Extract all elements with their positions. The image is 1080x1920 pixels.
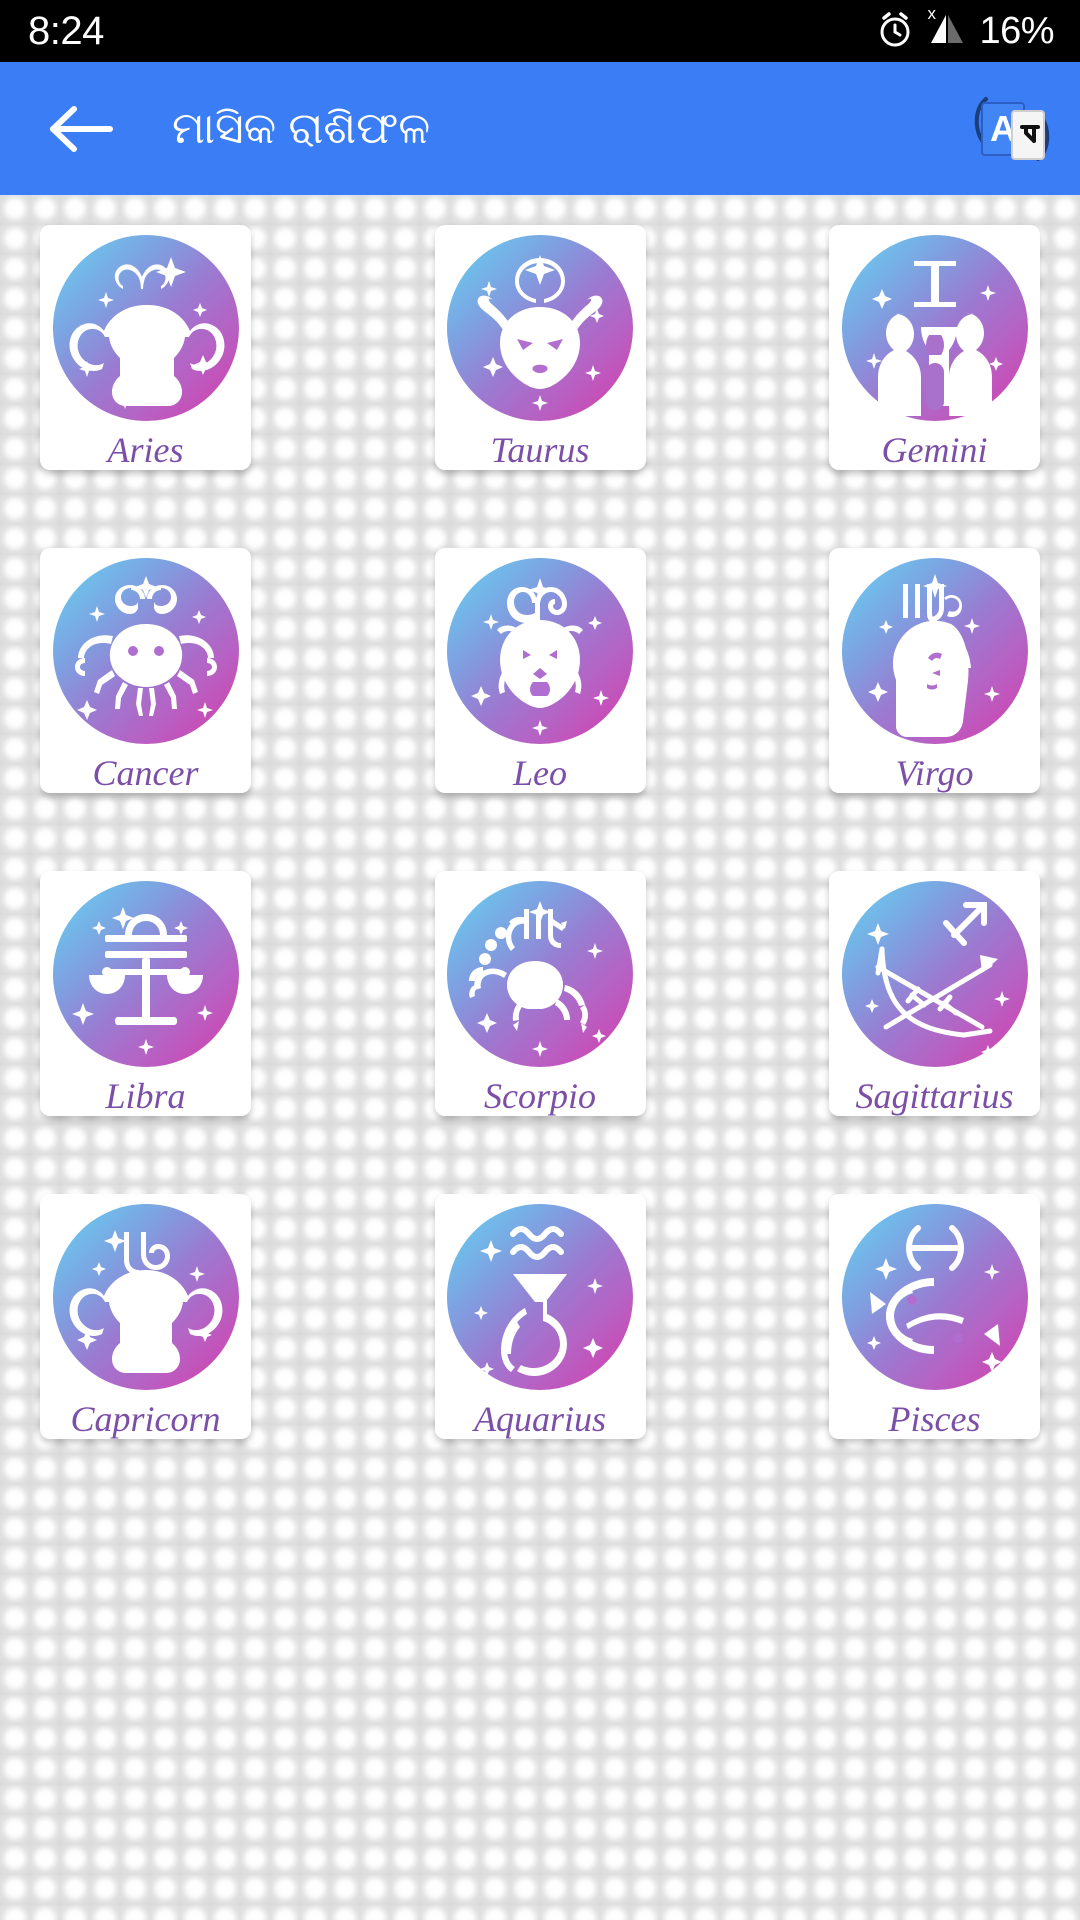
arrow-left-icon [50,105,113,152]
fish-icon [841,1204,1028,1390]
app-bar: ମାସିକ ରାଶିଫଳ A [0,62,1080,195]
maiden-icon [841,558,1028,744]
translate-icon: A [974,96,1050,161]
crab-icon [52,558,239,744]
zodiac-label: Aquarius [473,1399,606,1439]
zodiac-card-libra[interactable]: Libra [40,871,251,1116]
scorpion-icon [447,881,633,1067]
status-bar: 8:24 x 16% [0,0,1080,62]
zodiac-label: Cancer [92,753,199,793]
zodiac-content: Aries Taurus Gemini Cancer Leo Virgo Lib… [0,195,1080,1920]
zodiac-card-cancer[interactable]: Cancer [40,548,251,793]
scales-icon [52,881,239,1067]
water-bearer-icon [447,1204,633,1390]
zodiac-card-scorpio[interactable]: Scorpio [434,871,646,1116]
twins-icon [841,235,1028,421]
zodiac-card-taurus[interactable]: Taurus [434,225,646,470]
ram-icon [52,235,239,421]
zodiac-card-virgo[interactable]: Virgo [829,548,1040,793]
zodiac-card-capricorn[interactable]: Capricorn [40,1194,251,1439]
zodiac-label: Virgo [895,753,974,793]
alarm-icon [875,8,915,55]
zodiac-card-sagittarius[interactable]: Sagittarius [829,871,1040,1116]
zodiac-card-gemini[interactable]: Gemini [829,225,1040,470]
signal-badge-label: x [927,3,936,23]
back-button[interactable] [44,92,118,166]
status-indicators: x 16% [875,5,1054,55]
zodiac-label: Gemini [881,430,988,470]
zodiac-card-aquarius[interactable]: Aquarius [434,1194,646,1439]
translate-button[interactable]: A [966,83,1058,175]
signal-icon: x [927,5,965,54]
zodiac-label: Capricorn [70,1399,221,1439]
zodiac-label: Taurus [490,430,590,470]
bow-arrow-icon [841,881,1028,1067]
zodiac-card-pisces[interactable]: Pisces [829,1194,1040,1439]
battery-percent: 16% [979,9,1054,52]
zodiac-label: Sagittarius [855,1076,1014,1116]
zodiac-label: Leo [513,753,567,793]
zodiac-grid: Aries Taurus Gemini Cancer Leo Virgo Lib… [40,225,1040,1439]
lion-icon [447,558,633,744]
goat-icon [52,1204,239,1390]
zodiac-card-aries[interactable]: Aries [40,225,251,470]
zodiac-label: Pisces [888,1399,981,1439]
zodiac-label: Scorpio [484,1076,596,1116]
status-time: 8:24 [28,8,104,53]
page-title: ମାସିକ ରାଶିଫଳ [172,103,431,153]
zodiac-card-leo[interactable]: Leo [434,548,646,793]
bull-icon [447,235,633,421]
zodiac-label: Aries [107,430,184,470]
zodiac-label: Libra [105,1076,186,1116]
